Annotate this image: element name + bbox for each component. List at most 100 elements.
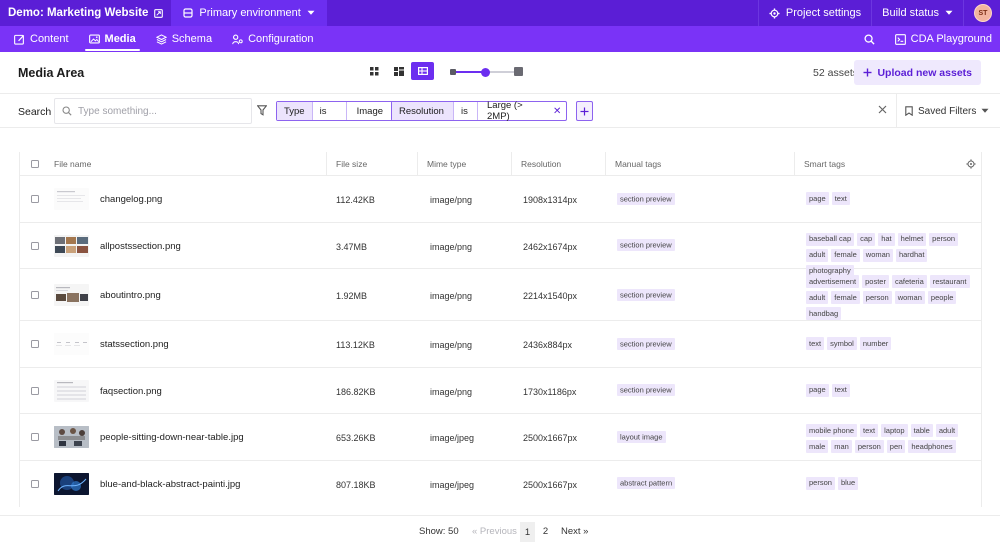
smart-tag[interactable]: hat — [878, 232, 895, 246]
environment-switcher[interactable]: Primary environment — [171, 0, 327, 26]
smart-tag[interactable]: adult — [806, 248, 829, 262]
smart-tag[interactable]: person — [929, 232, 959, 246]
smart-tag[interactable]: page — [806, 192, 829, 205]
smart-tag[interactable]: blue — [837, 476, 859, 490]
file-name[interactable]: aboutintro.png — [100, 290, 161, 301]
search-button[interactable] — [854, 26, 885, 52]
smart-tag[interactable]: female — [831, 248, 860, 262]
grid-view-button[interactable] — [363, 62, 386, 80]
smart-tag[interactable]: adult — [935, 424, 959, 437]
smart-tag[interactable]: hardhat — [895, 248, 928, 262]
smart-tag[interactable]: female — [831, 291, 860, 304]
smart-tag[interactable]: number — [859, 337, 892, 350]
smart-tag[interactable]: mobile phone — [806, 424, 858, 437]
smart-tag[interactable]: people — [927, 291, 957, 304]
row-checkbox[interactable] — [31, 241, 39, 250]
file-name[interactable]: statssection.png — [100, 339, 169, 350]
nav-item-configuration[interactable]: Configuration — [222, 26, 323, 52]
smart-tag[interactable]: pen — [886, 440, 906, 453]
table-view-button[interactable] — [411, 62, 434, 80]
row-checkbox[interactable] — [31, 433, 39, 441]
project-settings-button[interactable]: Project settings — [757, 0, 871, 26]
file-name[interactable]: allpostssection.png — [100, 241, 181, 252]
page-size-selector[interactable]: Show: 50 — [419, 526, 459, 537]
column-header-mime-type[interactable]: Mime type — [417, 152, 466, 176]
file-name[interactable]: changelog.png — [100, 194, 162, 205]
smart-tag[interactable]: woman — [894, 291, 925, 304]
next-page-link[interactable]: Next » — [561, 526, 588, 537]
row-checkbox[interactable] — [31, 291, 39, 299]
smart-tag[interactable]: poster — [862, 275, 889, 288]
smart-tag[interactable]: restaurant — [929, 275, 970, 288]
file-name[interactable]: faqsection.png — [100, 386, 162, 397]
column-header-smart-tags[interactable]: Smart tags — [794, 152, 845, 176]
add-filter-button[interactable] — [576, 101, 593, 121]
remove-filter-icon[interactable]: ✕ — [548, 102, 566, 120]
asset-thumbnail[interactable] — [54, 472, 89, 495]
avatar[interactable]: ST — [974, 4, 992, 22]
smart-tag[interactable]: advertisement — [806, 275, 860, 288]
row-checkbox[interactable] — [31, 386, 39, 395]
search-input[interactable]: Type something... — [54, 98, 252, 124]
column-header-manual-tags[interactable]: Manual tags — [605, 152, 661, 176]
table-row[interactable]: blue-and-black-abstract-painti.jpg 807.1… — [20, 461, 981, 508]
smart-tag[interactable]: headphones — [908, 440, 956, 453]
manual-tag[interactable]: abstract pattern — [617, 477, 676, 489]
smart-tag[interactable]: baseball cap — [806, 232, 855, 246]
table-row[interactable]: statssection.png 113.12KB image/png 2436… — [20, 321, 981, 368]
asset-thumbnail[interactable] — [54, 426, 89, 448]
user-menu[interactable]: ST — [963, 0, 1000, 26]
filter-field[interactable]: Resolution — [392, 102, 454, 120]
filter-operator[interactable]: is — [313, 102, 347, 120]
column-header-resolution[interactable]: Resolution — [511, 152, 561, 176]
manual-tag[interactable]: layout image — [617, 430, 666, 443]
cda-playground-button[interactable]: CDA Playground — [885, 26, 1000, 52]
filter-icon[interactable] — [257, 105, 267, 116]
smart-tag[interactable]: cap — [857, 232, 876, 246]
manual-tag[interactable]: section preview — [617, 192, 675, 205]
smart-tag[interactable]: text — [831, 383, 850, 397]
row-checkbox[interactable] — [31, 195, 39, 203]
thumbnail-size-slider[interactable] — [450, 66, 525, 78]
gear-icon[interactable] — [966, 159, 976, 169]
smart-tag[interactable]: person — [862, 291, 892, 304]
column-header-file-size[interactable]: File size — [326, 152, 367, 176]
filter-operator[interactable]: is — [454, 102, 478, 120]
manual-tag[interactable]: section preview — [617, 239, 675, 251]
file-name[interactable]: blue-and-black-abstract-painti.jpg — [100, 479, 240, 490]
smart-tag[interactable]: person — [854, 440, 884, 453]
smart-tag[interactable]: handbag — [806, 307, 842, 320]
clear-filters-icon[interactable] — [878, 105, 887, 114]
manual-tag[interactable]: section preview — [617, 337, 675, 350]
manual-tag[interactable]: section preview — [617, 288, 675, 301]
filter-chip-type[interactable]: Type is Image ✕ — [276, 101, 408, 121]
previous-page-link[interactable]: « Previous — [472, 526, 517, 537]
column-header-file-name[interactable]: File name — [45, 152, 91, 176]
filter-chip-resolution[interactable]: Resolution is Large (> 2MP) ✕ — [391, 100, 568, 122]
row-checkbox[interactable] — [31, 340, 39, 348]
smart-tag[interactable]: male — [806, 440, 829, 453]
filter-field[interactable]: Type — [277, 102, 313, 120]
asset-thumbnail[interactable] — [54, 188, 89, 210]
smart-tag[interactable]: helmet — [897, 232, 927, 246]
asset-thumbnail[interactable] — [54, 234, 89, 257]
page-link-current[interactable]: 1 — [520, 522, 535, 542]
smart-tag[interactable]: woman — [862, 248, 893, 262]
saved-filters-button[interactable]: Saved Filters — [896, 94, 989, 128]
slider-handle[interactable] — [481, 68, 490, 77]
smart-tag[interactable]: text — [806, 337, 825, 350]
filter-value[interactable]: Large (> 2MP) — [478, 100, 548, 122]
page-link[interactable]: 2 — [538, 526, 553, 537]
smart-tag[interactable]: laptop — [881, 424, 908, 437]
nav-item-schema[interactable]: Schema — [146, 26, 222, 52]
nav-item-content[interactable]: Content — [4, 26, 79, 52]
masonry-view-button[interactable] — [387, 62, 410, 80]
smart-tag[interactable]: text — [831, 192, 850, 205]
select-all-checkbox[interactable] — [31, 160, 39, 168]
smart-tag[interactable]: text — [860, 424, 879, 437]
asset-thumbnail[interactable] — [54, 333, 89, 355]
table-row[interactable]: changelog.png 112.42KB image/png 1908x13… — [20, 176, 981, 223]
smart-tag[interactable]: symbol — [827, 337, 857, 350]
row-checkbox[interactable] — [31, 479, 39, 488]
nav-item-media[interactable]: Media — [79, 26, 146, 52]
